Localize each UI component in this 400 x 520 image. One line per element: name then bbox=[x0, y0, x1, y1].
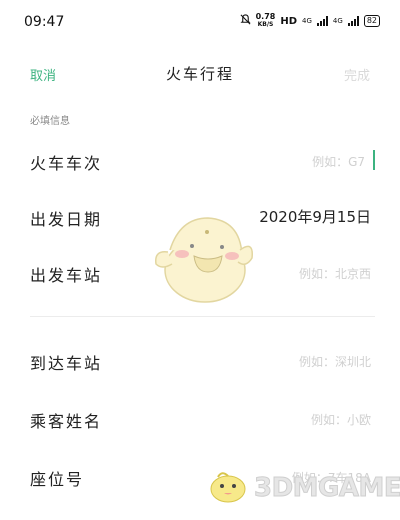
page-title: 火车行程 bbox=[165, 65, 234, 83]
net-speed-value: 0.78 bbox=[255, 12, 276, 21]
battery-icon: 82 bbox=[363, 15, 380, 27]
watermark: 3DMGAME bbox=[206, 468, 400, 508]
hd-badge: HD bbox=[280, 15, 298, 27]
divider bbox=[30, 316, 375, 317]
field-placeholder[interactable]: 例如：G7 bbox=[312, 153, 365, 170]
field-label: 座位号 bbox=[30, 470, 85, 489]
field-label: 到达车站 bbox=[30, 354, 103, 373]
done-button[interactable]: 完成 bbox=[344, 65, 370, 84]
train-number-field[interactable]: 火车车次 例如：G7 bbox=[30, 140, 375, 180]
passenger-name-field[interactable]: 乘客姓名 例如：小欧 bbox=[30, 398, 375, 438]
status-time: 09:47 bbox=[24, 14, 65, 30]
do-not-disturb-icon bbox=[240, 14, 251, 28]
field-placeholder[interactable]: 例如：深圳北 bbox=[299, 353, 371, 370]
field-placeholder[interactable]: 例如：北京西 bbox=[299, 265, 371, 282]
field-label: 火车车次 bbox=[30, 154, 103, 173]
section-title: 必填信息 bbox=[30, 116, 70, 127]
text-cursor bbox=[373, 150, 375, 170]
watermark-text: 3DMGAME bbox=[253, 473, 400, 504]
net-type-2: 4G bbox=[332, 17, 343, 25]
signal-icon bbox=[316, 16, 328, 26]
net-speed-unit: KB/S bbox=[257, 21, 274, 28]
field-label: 乘客姓名 bbox=[30, 412, 103, 431]
field-label: 出发车站 bbox=[30, 266, 103, 285]
net-speed: 0.78 KB/S bbox=[256, 13, 276, 29]
status-bar: 09:47 0.78 KB/S HD 4G 4G 82 bbox=[0, 0, 400, 40]
top-bar: 取消 火车行程 完成 bbox=[0, 56, 400, 92]
field-label: 出发日期 bbox=[30, 210, 103, 229]
mascot-illustration bbox=[150, 210, 260, 309]
net-type-1: 4G bbox=[302, 17, 312, 25]
watermark-logo-icon bbox=[206, 468, 250, 508]
field-value[interactable]: 2020年9月15日 bbox=[259, 206, 371, 227]
signal-icon-2 bbox=[347, 16, 359, 26]
arrival-station-field[interactable]: 到达车站 例如：深圳北 bbox=[30, 340, 375, 380]
status-icons: 0.78 KB/S HD 4G 4G 82 bbox=[240, 13, 380, 29]
field-placeholder[interactable]: 例如：小欧 bbox=[311, 411, 371, 428]
